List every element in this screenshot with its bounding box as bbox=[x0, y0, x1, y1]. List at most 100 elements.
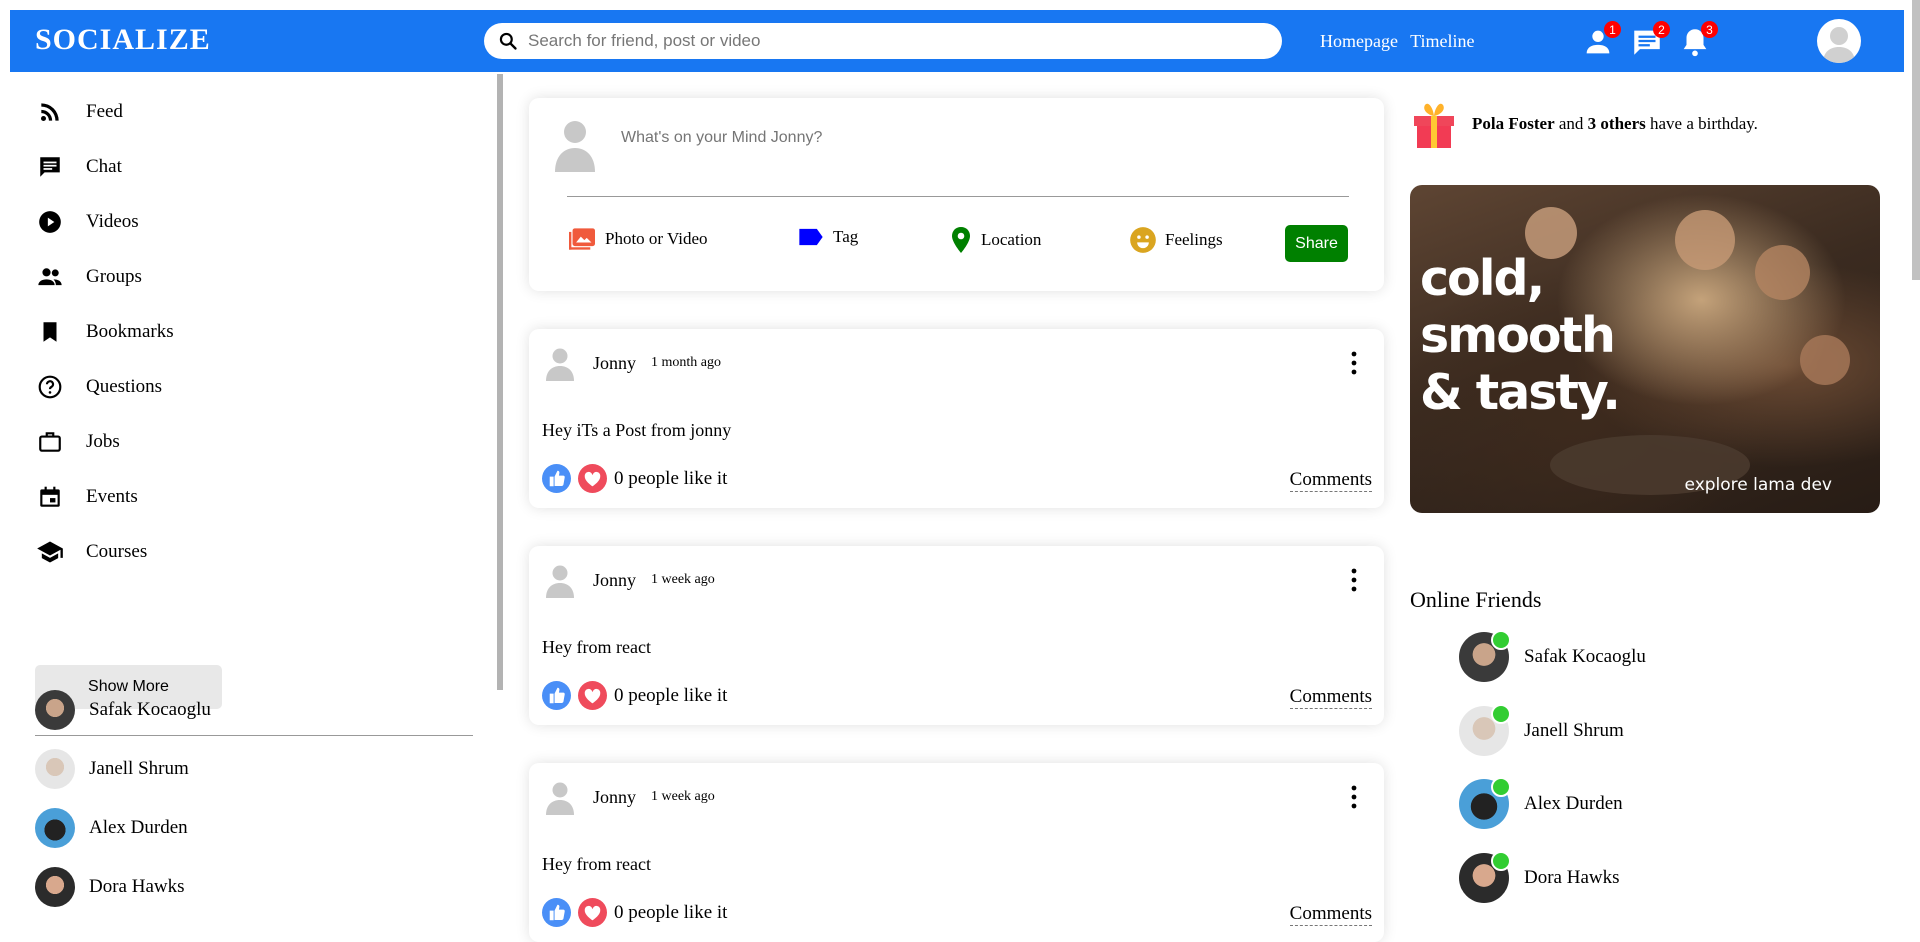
page-scrollbar[interactable] bbox=[1912, 0, 1920, 280]
sidebar-item-videos[interactable]: Videos bbox=[36, 206, 139, 238]
heart-icon[interactable] bbox=[578, 681, 607, 710]
friend-list-item[interactable]: Safak Kocaoglu bbox=[35, 690, 211, 730]
photo-library-icon bbox=[569, 228, 595, 250]
heart-icon[interactable] bbox=[578, 464, 607, 493]
sidebar-divider bbox=[35, 735, 473, 736]
heart-icon[interactable] bbox=[578, 898, 607, 927]
sidebar-item-groups[interactable]: Groups bbox=[36, 261, 142, 293]
birthday-suffix: have a birthday. bbox=[1645, 114, 1758, 133]
like-count: 0 people like it bbox=[614, 684, 728, 706]
gift-icon bbox=[1414, 103, 1454, 148]
sidebar-item-feed[interactable]: Feed bbox=[36, 96, 123, 128]
sidebar-item-label: Questions bbox=[86, 376, 162, 397]
online-friend-name: Janell Shrum bbox=[1524, 720, 1624, 741]
friend-name: Janell Shrum bbox=[89, 758, 189, 779]
avatar bbox=[1459, 777, 1511, 829]
online-friend[interactable]: Alex Durden bbox=[1459, 777, 1623, 829]
user-placeholder-icon bbox=[546, 565, 574, 598]
comments-link[interactable]: Comments bbox=[1289, 469, 1372, 492]
online-friend[interactable]: Dora Hawks bbox=[1459, 851, 1620, 903]
like-icon[interactable] bbox=[542, 898, 571, 927]
calendar-icon bbox=[36, 483, 64, 511]
post-username[interactable]: Jonny bbox=[593, 787, 636, 808]
location-pin-icon bbox=[952, 227, 970, 253]
ad-headline: cold, smooth & tasty. bbox=[1420, 250, 1621, 421]
more-vert-icon[interactable] bbox=[1344, 349, 1364, 377]
friend-list-item[interactable]: Alex Durden bbox=[35, 808, 188, 848]
search-icon bbox=[499, 32, 517, 50]
avatar bbox=[35, 749, 75, 789]
comments-link[interactable]: Comments bbox=[1289, 686, 1372, 709]
friend-name: Safak Kocaoglu bbox=[89, 699, 211, 720]
sidebar-scrollbar[interactable] bbox=[497, 74, 503, 690]
avatar bbox=[1459, 851, 1511, 903]
photo-video-option[interactable]: Photo or Video bbox=[567, 226, 708, 252]
like-icon[interactable] bbox=[542, 681, 571, 710]
nav-timeline-link[interactable]: Timeline bbox=[1410, 31, 1474, 51]
profile-avatar[interactable] bbox=[1817, 19, 1861, 63]
sidebar-item-courses[interactable]: Courses bbox=[36, 536, 147, 568]
messages-badge: 2 bbox=[1653, 21, 1670, 38]
ad-photo-shape bbox=[1755, 245, 1810, 300]
like-icon[interactable] bbox=[542, 464, 571, 493]
post: Jonny 1 week ago Hey from react 0 people… bbox=[529, 763, 1384, 942]
user-placeholder-icon bbox=[555, 121, 595, 172]
like-count: 0 people like it bbox=[614, 901, 728, 923]
post-text: Hey from react bbox=[542, 637, 651, 657]
advertisement[interactable]: cold, smooth & tasty. explore lama dev bbox=[1410, 185, 1880, 513]
nav-homepage-link[interactable]: Homepage bbox=[1320, 31, 1398, 51]
comments-link[interactable]: Comments bbox=[1289, 903, 1372, 926]
ad-line: & tasty. bbox=[1420, 364, 1621, 421]
user-placeholder-icon bbox=[546, 348, 574, 381]
friend-list-item[interactable]: Janell Shrum bbox=[35, 749, 189, 789]
user-placeholder-icon bbox=[546, 782, 574, 815]
online-friend[interactable]: Safak Kocaoglu bbox=[1459, 630, 1646, 682]
search-bar[interactable] bbox=[484, 23, 1282, 59]
avatar bbox=[35, 867, 75, 907]
ad-line: cold, bbox=[1420, 250, 1545, 307]
left-sidebar: Feed Chat Videos Groups Bookmarks Questi… bbox=[0, 72, 495, 932]
friend-requests-badge: 1 bbox=[1604, 21, 1621, 38]
nav-links: Homepage Timeline bbox=[1320, 31, 1483, 52]
sidebar-item-bookmarks[interactable]: Bookmarks bbox=[36, 316, 174, 348]
post-likes: 0 people like it bbox=[542, 681, 727, 710]
logo[interactable]: SOCIALIZE bbox=[35, 23, 211, 57]
share-button[interactable]: Share bbox=[1285, 225, 1348, 262]
share-input[interactable] bbox=[619, 128, 1223, 148]
sidebar-item-label: Groups bbox=[86, 266, 142, 287]
post-text: Hey iTs a Post from jonny bbox=[542, 420, 732, 440]
friend-requests-button[interactable]: 1 bbox=[1581, 21, 1621, 59]
sidebar-item-label: Videos bbox=[86, 211, 139, 232]
like-count: 0 people like it bbox=[614, 467, 728, 489]
sidebar-item-label: Events bbox=[86, 486, 138, 507]
location-option[interactable]: Location bbox=[949, 226, 1041, 254]
online-friend[interactable]: Janell Shrum bbox=[1459, 704, 1624, 756]
sidebar-item-chat[interactable]: Chat bbox=[36, 151, 122, 183]
smiley-icon bbox=[1130, 227, 1156, 253]
online-indicator bbox=[1491, 777, 1511, 797]
user-placeholder-icon bbox=[1823, 27, 1855, 63]
birthday-and: and bbox=[1554, 114, 1588, 133]
birthday-notice: Pola Foster and 3 others have a birthday… bbox=[1410, 98, 1758, 150]
tag-option[interactable]: Tag bbox=[797, 226, 858, 248]
feelings-option[interactable]: Feelings bbox=[1129, 226, 1223, 254]
sidebar-item-questions[interactable]: Questions bbox=[36, 371, 162, 403]
post-username[interactable]: Jonny bbox=[593, 353, 636, 374]
avatar bbox=[35, 808, 75, 848]
online-friend-name: Dora Hawks bbox=[1524, 867, 1620, 888]
sidebar-item-label: Chat bbox=[86, 156, 122, 177]
friend-list-item[interactable]: Dora Hawks bbox=[35, 867, 185, 907]
birthday-others[interactable]: 3 others bbox=[1588, 114, 1646, 133]
sidebar-item-events[interactable]: Events bbox=[36, 481, 138, 513]
sidebar-item-jobs[interactable]: Jobs bbox=[36, 426, 120, 458]
search-input[interactable] bbox=[526, 30, 1230, 52]
more-vert-icon[interactable] bbox=[1344, 566, 1364, 594]
post: Jonny 1 month ago Hey iTs a Post from jo… bbox=[529, 329, 1384, 508]
messages-button[interactable]: 2 bbox=[1630, 21, 1670, 59]
birthday-name[interactable]: Pola Foster bbox=[1472, 114, 1555, 133]
ad-line: smooth bbox=[1420, 307, 1616, 364]
more-vert-icon[interactable] bbox=[1344, 783, 1364, 811]
post-username[interactable]: Jonny bbox=[593, 570, 636, 591]
help-circle-icon bbox=[36, 373, 64, 401]
notifications-button[interactable]: 3 bbox=[1678, 21, 1718, 59]
